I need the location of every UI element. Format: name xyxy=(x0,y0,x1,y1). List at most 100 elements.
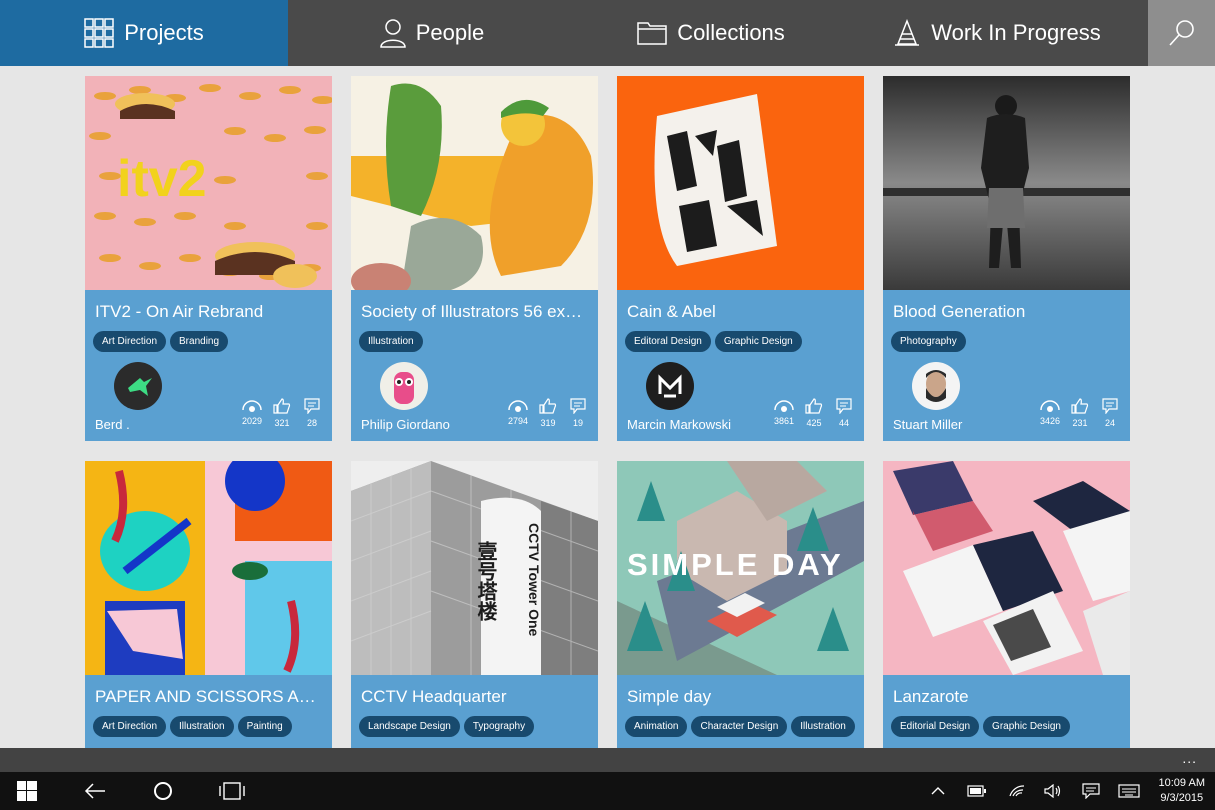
chevron-up-icon xyxy=(931,787,945,795)
likes-count: 321 xyxy=(274,418,290,428)
tag-list: Photography xyxy=(891,331,966,352)
owner-name[interactable]: Marcin Markowski xyxy=(627,417,731,432)
tag[interactable]: Typography xyxy=(463,716,535,737)
comments-count: 19 xyxy=(572,418,583,428)
likes-stat: 425 xyxy=(802,398,826,428)
tag[interactable]: Animation xyxy=(625,716,688,737)
back-arrow-icon xyxy=(84,783,105,799)
task-view-icon xyxy=(219,782,245,800)
project-card[interactable]: itv2 ITV2 - On Air Rebrand Art Direction… xyxy=(85,76,332,441)
likes-stat: 319 xyxy=(536,398,560,428)
network-indicator[interactable] xyxy=(1006,772,1028,810)
tag-list: Art Direction Branding xyxy=(93,331,229,352)
project-title: Lanzarote xyxy=(893,687,969,706)
likes-count: 319 xyxy=(540,418,556,428)
likes-count: 425 xyxy=(806,418,822,428)
project-title: PAPER AND SCISSORS ABSTR... xyxy=(95,687,325,706)
views-count: 2794 xyxy=(507,416,529,426)
thumbs-up-icon xyxy=(805,398,823,414)
keyboard-icon xyxy=(1118,784,1140,798)
tag-list: Illustration xyxy=(359,331,423,352)
clock-date: 9/3/2015 xyxy=(1160,792,1204,804)
project-card[interactable]: Cain & Abel Editoral Design Graphic Desi… xyxy=(617,76,864,441)
views-stat: 2794 xyxy=(506,398,530,428)
tag[interactable]: Editoral Design xyxy=(625,331,711,352)
touch-keyboard-button[interactable] xyxy=(1116,772,1142,810)
tag-list: Animation Character Design Illustration xyxy=(625,716,855,737)
tag[interactable]: Editorial Design xyxy=(891,716,980,737)
project-title: Blood Generation xyxy=(893,302,1026,321)
project-title: Cain & Abel xyxy=(627,302,716,321)
tag[interactable]: Illustration xyxy=(791,716,855,737)
views-count: 2029 xyxy=(241,416,263,426)
eye-icon xyxy=(508,400,528,412)
tag-list: Landscape Design Typography xyxy=(359,716,535,737)
tag[interactable]: Branding xyxy=(170,331,229,352)
circle-icon xyxy=(154,782,172,800)
tab-people[interactable]: People xyxy=(288,0,576,66)
search-button[interactable] xyxy=(1148,0,1215,66)
project-thumbnail: 壹号塔楼 CCTV Tower One xyxy=(351,461,598,675)
avatar[interactable] xyxy=(646,362,694,410)
system-clock[interactable]: 10:09 AM 9/3/2015 xyxy=(1159,776,1205,806)
owner-name[interactable]: Philip Giordano xyxy=(361,417,450,432)
project-stats: 3426 231 24 xyxy=(1038,398,1122,428)
comments-stat: 44 xyxy=(832,398,856,428)
start-button[interactable] xyxy=(14,772,40,810)
project-title: Society of Illustrators 56 exhibi... xyxy=(361,302,591,321)
project-stats: 2029 321 28 xyxy=(240,398,324,428)
task-view-button[interactable] xyxy=(218,772,246,810)
tag[interactable]: Illustration xyxy=(359,331,423,352)
tab-work-in-progress[interactable]: Work In Progress xyxy=(846,0,1148,66)
speaker-icon xyxy=(1044,784,1061,798)
tag[interactable]: Graphic Design xyxy=(714,331,802,352)
tag[interactable]: Art Direction xyxy=(93,331,167,352)
comments-stat: 24 xyxy=(1098,398,1122,428)
tag[interactable]: Painting xyxy=(237,716,292,737)
project-card[interactable]: SIMPLE DAY Simple day Animation Characte… xyxy=(617,461,864,748)
windows-logo-icon xyxy=(17,781,37,801)
project-title: Simple day xyxy=(627,687,712,706)
owner-name[interactable]: Berd . xyxy=(95,417,130,432)
owner-name[interactable]: Stuart Miller xyxy=(893,417,962,432)
tag[interactable]: Graphic Design xyxy=(983,716,1070,737)
tab-collections[interactable]: Collections xyxy=(576,0,846,66)
back-button[interactable] xyxy=(82,772,108,810)
views-stat: 2029 xyxy=(240,398,264,428)
tab-people-label: People xyxy=(415,20,485,45)
comments-count: 28 xyxy=(306,418,317,428)
project-title: CCTV Headquarter xyxy=(361,687,507,706)
tag[interactable]: Photography xyxy=(891,331,966,352)
thumbs-up-icon xyxy=(539,398,557,414)
tab-projects[interactable]: Projects xyxy=(0,0,288,66)
more-button[interactable]: ... xyxy=(1182,750,1197,766)
project-card[interactable]: Society of Illustrators 56 exhibi... Ill… xyxy=(351,76,598,441)
cortana-button[interactable] xyxy=(150,772,176,810)
avatar[interactable] xyxy=(114,362,162,410)
project-card[interactable]: 壹号塔楼 CCTV Tower One CCTV Headquarter Lan… xyxy=(351,461,598,748)
tag[interactable]: Art Direction xyxy=(93,716,167,737)
project-card[interactable]: Blood Generation Photography Stuart Mill… xyxy=(883,76,1130,441)
tag[interactable]: Character Design xyxy=(691,716,788,737)
volume-indicator[interactable] xyxy=(1042,772,1064,810)
tag[interactable]: Illustration xyxy=(170,716,234,737)
thumbs-up-icon xyxy=(1071,398,1089,414)
thumbs-up-icon xyxy=(273,398,291,414)
action-center-button[interactable] xyxy=(1080,772,1102,810)
thumb-text: SIMPLE DAY xyxy=(627,547,844,582)
comments-count: 24 xyxy=(1104,418,1115,428)
project-thumbnail: itv2 xyxy=(85,76,332,290)
cone-icon xyxy=(895,19,920,46)
svg-text:itv2: itv2 xyxy=(117,150,207,208)
person-icon xyxy=(379,19,406,48)
comments-stat: 28 xyxy=(300,398,324,428)
likes-stat: 231 xyxy=(1068,398,1092,428)
project-card[interactable]: Lanzarote Editorial Design Graphic Desig… xyxy=(883,461,1130,748)
project-card[interactable]: PAPER AND SCISSORS ABSTR... Art Directio… xyxy=(85,461,332,748)
project-stats: 2794 319 19 xyxy=(506,398,590,428)
avatar[interactable] xyxy=(912,362,960,410)
battery-indicator[interactable] xyxy=(966,772,988,810)
tag[interactable]: Landscape Design xyxy=(359,716,460,737)
show-hidden-icons-button[interactable] xyxy=(928,772,948,810)
avatar[interactable] xyxy=(380,362,428,410)
